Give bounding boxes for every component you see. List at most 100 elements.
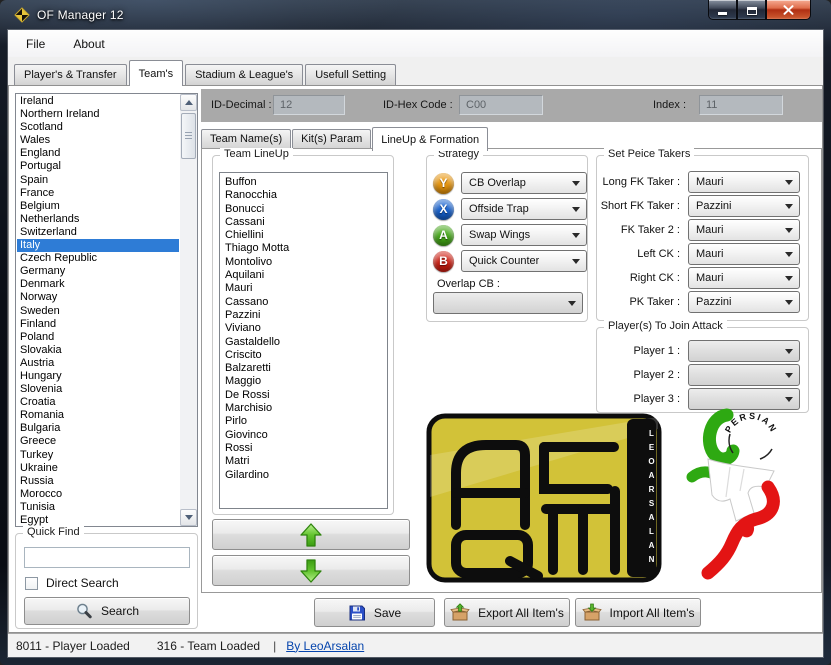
list-item-player[interactable]: Mauri xyxy=(225,282,387,295)
list-item-player[interactable]: Marchisio xyxy=(225,402,387,415)
list-item-player[interactable]: Gilardino xyxy=(225,469,387,482)
player2-select[interactable] xyxy=(688,364,800,386)
maximize-button[interactable] xyxy=(737,0,766,20)
player3-label: Player 3 : xyxy=(588,393,680,405)
strategy-b-select[interactable]: Quick Counter xyxy=(461,250,587,272)
list-item-country[interactable]: Greece xyxy=(17,435,179,448)
menu-about[interactable]: About xyxy=(63,33,114,55)
short-fk-select[interactable]: Pazzini xyxy=(688,195,800,217)
list-item-player[interactable]: Pirlo xyxy=(225,415,387,428)
list-item-player[interactable]: Ranocchia xyxy=(225,189,387,202)
pk-taker-select[interactable]: Pazzini xyxy=(688,291,800,313)
list-item-country[interactable]: Slovenia xyxy=(17,383,179,396)
subtab-kits-param[interactable]: Kit(s) Param xyxy=(292,129,371,149)
list-item-player[interactable]: Cassani xyxy=(225,216,387,229)
move-player-up-button[interactable] xyxy=(212,519,410,550)
export-all-button[interactable]: Export All Item's xyxy=(444,598,570,627)
list-item-player[interactable]: Viviano xyxy=(225,322,387,335)
list-item-player[interactable]: Balzaretti xyxy=(225,362,387,375)
overlap-cb-select[interactable] xyxy=(433,292,583,314)
list-item-country[interactable]: Norway xyxy=(17,291,179,304)
right-ck-select[interactable]: Mauri xyxy=(688,267,800,289)
scroll-up-button[interactable] xyxy=(180,94,197,111)
menu-file[interactable]: File xyxy=(16,33,55,55)
list-item-country[interactable]: France xyxy=(17,187,179,200)
country-listbox[interactable]: IrelandNorthern IrelandScotlandWalesEngl… xyxy=(15,93,198,527)
list-item-country[interactable]: Hungary xyxy=(17,370,179,383)
direct-search-checkbox[interactable] xyxy=(25,577,38,590)
list-item-country[interactable]: Romania xyxy=(17,409,179,422)
list-item-country[interactable]: Spain xyxy=(17,174,179,187)
chevron-down-icon xyxy=(785,349,793,354)
list-item-player[interactable]: Matri xyxy=(225,455,387,468)
list-item-player[interactable]: Chiellini xyxy=(225,229,387,242)
list-item-country[interactable]: Netherlands xyxy=(17,213,179,226)
list-item-country[interactable]: Ireland xyxy=(17,95,179,108)
list-item-country[interactable]: Slovakia xyxy=(17,344,179,357)
strategy-x-select[interactable]: Offside Trap xyxy=(461,198,587,220)
list-item-player[interactable]: Criscito xyxy=(225,349,387,362)
list-item-country[interactable]: Portugal xyxy=(17,160,179,173)
list-item-country[interactable]: Wales xyxy=(17,134,179,147)
tab-teams[interactable]: Team's xyxy=(129,60,184,86)
list-item-country[interactable]: Belgium xyxy=(17,200,179,213)
list-item-country[interactable]: Italy xyxy=(17,239,179,252)
country-scrollbar[interactable] xyxy=(180,94,197,526)
list-item-player[interactable]: De Rossi xyxy=(225,389,387,402)
player1-select[interactable] xyxy=(688,340,800,362)
list-item-country[interactable]: Germany xyxy=(17,265,179,278)
tab-players-transfer[interactable]: Player's & Transfer xyxy=(14,64,127,85)
list-item-country[interactable]: Switzerland xyxy=(17,226,179,239)
list-item-country[interactable]: Finland xyxy=(17,318,179,331)
strategy-a-select[interactable]: Swap Wings xyxy=(461,224,587,246)
quick-find-input[interactable] xyxy=(24,547,190,568)
list-item-player[interactable]: Thiago Motta xyxy=(225,242,387,255)
list-item-country[interactable]: Morocco xyxy=(17,488,179,501)
list-item-country[interactable]: Tunisia xyxy=(17,501,179,514)
list-item-country[interactable]: Poland xyxy=(17,331,179,344)
list-item-country[interactable]: Austria xyxy=(17,357,179,370)
list-item-country[interactable]: Northern Ireland xyxy=(17,108,179,121)
list-item-country[interactable]: Scotland xyxy=(17,121,179,134)
list-item-player[interactable]: Rossi xyxy=(225,442,387,455)
list-item-player[interactable]: Bonucci xyxy=(225,203,387,216)
list-item-player[interactable]: Aquilani xyxy=(225,269,387,282)
list-item-country[interactable]: Russia xyxy=(17,475,179,488)
list-item-player[interactable]: Pazzini xyxy=(225,309,387,322)
list-item-player[interactable]: Montolivo xyxy=(225,256,387,269)
list-item-player[interactable]: Giovinco xyxy=(225,429,387,442)
title-bar[interactable]: OF Manager 12 xyxy=(0,0,831,30)
chevron-down-icon xyxy=(568,301,576,306)
strategy-y-select[interactable]: CB Overlap xyxy=(461,172,587,194)
list-item-country[interactable]: Croatia xyxy=(17,396,179,409)
scroll-thumb[interactable] xyxy=(181,113,196,159)
list-item-player[interactable]: Buffon xyxy=(225,176,387,189)
subtab-lineup-formation[interactable]: LineUp & Formation xyxy=(372,127,488,151)
list-item-country[interactable]: Czech Republic xyxy=(17,252,179,265)
menu-bar: File About xyxy=(8,30,823,57)
close-button[interactable] xyxy=(766,0,811,20)
list-item-country[interactable]: Ukraine xyxy=(17,462,179,475)
fk-taker2-select[interactable]: Mauri xyxy=(688,219,800,241)
import-all-button[interactable]: Import All Item's xyxy=(575,598,701,627)
long-fk-select[interactable]: Mauri xyxy=(688,171,800,193)
list-item-player[interactable]: Cassano xyxy=(225,296,387,309)
leoarsalan-link[interactable]: By LeoArsalan xyxy=(286,639,364,653)
list-item-player[interactable]: Gastaldello xyxy=(225,336,387,349)
list-item-country[interactable]: England xyxy=(17,147,179,160)
save-button[interactable]: Save xyxy=(314,598,435,627)
list-item-player[interactable]: Maggio xyxy=(225,375,387,388)
list-item-country[interactable]: Turkey xyxy=(17,449,179,462)
search-button[interactable]: Search xyxy=(24,597,190,625)
list-item-country[interactable]: Denmark xyxy=(17,278,179,291)
tab-stadium-leagues[interactable]: Stadium & League's xyxy=(185,64,303,85)
tab-usefull-setting[interactable]: Usefull Setting xyxy=(305,64,396,85)
move-player-down-button[interactable] xyxy=(212,555,410,586)
left-ck-select[interactable]: Mauri xyxy=(688,243,800,265)
list-item-country[interactable]: Bulgaria xyxy=(17,422,179,435)
subtab-team-names[interactable]: Team Name(s) xyxy=(201,129,291,149)
lineup-listbox[interactable]: BuffonRanocchiaBonucciCassaniChielliniTh… xyxy=(219,172,388,509)
scroll-down-button[interactable] xyxy=(180,509,197,526)
minimize-button[interactable] xyxy=(708,0,737,20)
list-item-country[interactable]: Sweden xyxy=(17,305,179,318)
